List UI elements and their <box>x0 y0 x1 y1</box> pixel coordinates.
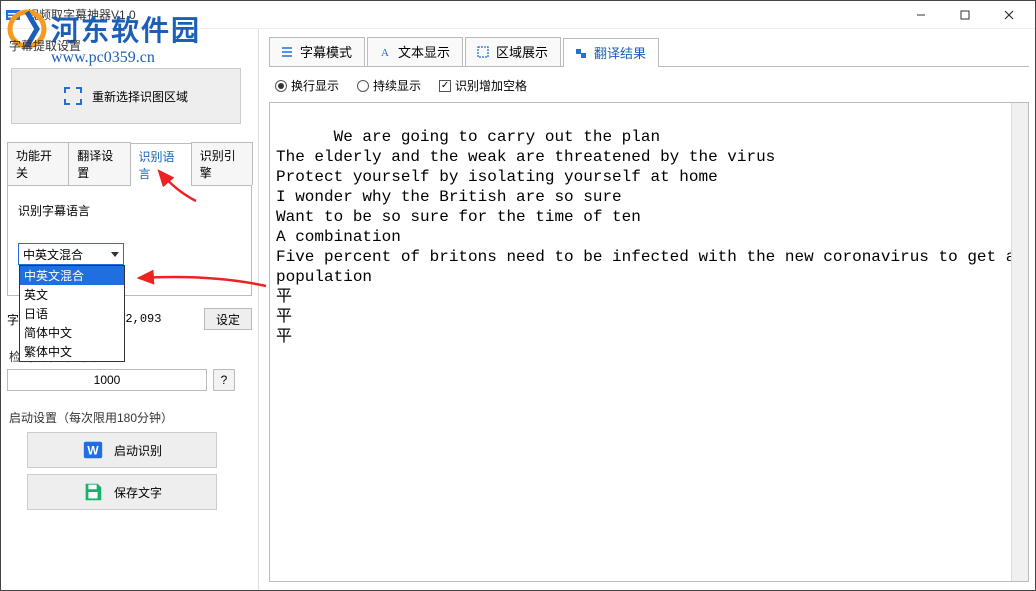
language-combobox[interactable]: 中英文混合 中英文混合 英文 日语 简体中文 繁体中文 <box>18 243 124 265</box>
save-icon <box>82 481 104 503</box>
extract-settings-label: 字幕提取设置 <box>9 37 252 54</box>
language-option[interactable]: 中英文混合 <box>20 266 124 285</box>
start-settings-label: 启动设置（每次限用180分钟） <box>9 409 252 426</box>
language-option[interactable]: 简体中文 <box>20 323 124 342</box>
radio-icon <box>357 80 369 92</box>
region-icon <box>476 45 490 59</box>
tab-text-display[interactable]: A 文本显示 <box>367 37 463 66</box>
start-recognition-button[interactable]: W 启动识别 <box>27 432 217 468</box>
frequency-input[interactable] <box>7 369 207 391</box>
tab-subtitle-mode[interactable]: 字幕模式 <box>269 37 365 66</box>
maximize-button[interactable] <box>943 1 987 29</box>
radio-label: 换行显示 <box>291 77 339 94</box>
tab-label: 翻译结果 <box>594 43 646 62</box>
app-icon <box>5 7 21 23</box>
svg-text:W: W <box>87 444 99 458</box>
right-tabs: 字幕模式 A 文本显示 区域展示 翻译结果 <box>269 37 1029 67</box>
language-option[interactable]: 英文 <box>20 285 124 304</box>
language-option[interactable]: 日语 <box>20 304 124 323</box>
checkbox-label: 识别增加空格 <box>455 77 527 94</box>
vertical-scrollbar[interactable] <box>1011 103 1028 581</box>
text-icon: A <box>378 45 392 59</box>
language-option[interactable]: 繁体中文 <box>20 342 124 361</box>
reselect-region-label: 重新选择识图区域 <box>92 88 188 105</box>
tab-label: 文本显示 <box>398 42 450 61</box>
right-panel: 字幕模式 A 文本显示 区域展示 翻译结果 换行显示 持续显示 <box>259 29 1035 590</box>
tab-region-display[interactable]: 区域展示 <box>465 37 561 66</box>
language-selected-value: 中英文混合 <box>23 246 83 263</box>
radio-icon <box>275 80 287 92</box>
result-textarea[interactable]: We are going to carry out the plan The e… <box>269 102 1029 582</box>
tab-translate-settings[interactable]: 翻译设置 <box>68 142 130 185</box>
tab-recognize-language[interactable]: 识别语言 <box>130 143 192 186</box>
help-button[interactable]: ? <box>213 369 235 391</box>
tab-translate-result[interactable]: 翻译结果 <box>563 38 659 67</box>
left-panel: 字幕提取设置 重新选择识图区域 功能开关 翻译设置 识别语言 识别引擎 识别字幕… <box>1 29 259 590</box>
tab-recognize-engine[interactable]: 识别引擎 <box>191 142 253 185</box>
marquee-icon <box>64 87 82 105</box>
radio-wrap-display[interactable]: 换行显示 <box>275 77 339 94</box>
chevron-down-icon <box>111 252 119 257</box>
language-panel-label: 识别字幕语言 <box>18 202 90 219</box>
reselect-region-button[interactable]: 重新选择识图区域 <box>11 68 241 124</box>
window-title: 视频取字幕神器V1.0 <box>27 6 899 23</box>
display-options-row: 换行显示 持续显示 识别增加空格 <box>269 67 1029 102</box>
set-button[interactable]: 设定 <box>204 308 252 330</box>
checkbox-add-space[interactable]: 识别增加空格 <box>439 77 527 94</box>
close-button[interactable] <box>987 1 1031 29</box>
result-text: We are going to carry out the plan The e… <box>276 128 1025 346</box>
left-tabs: 功能开关 翻译设置 识别语言 识别引擎 <box>7 142 252 186</box>
checkbox-icon <box>439 80 451 92</box>
tab-label: 区域展示 <box>496 42 548 61</box>
save-text-button[interactable]: 保存文字 <box>27 474 217 510</box>
svg-text:A: A <box>381 47 389 59</box>
start-recognition-label: 启动识别 <box>114 442 162 459</box>
tab-function-switch[interactable]: 功能开关 <box>7 142 69 185</box>
language-panel: 识别字幕语言 中英文混合 中英文混合 英文 日语 简体中文 繁体中文 <box>7 186 252 296</box>
minimize-button[interactable] <box>899 1 943 29</box>
save-text-label: 保存文字 <box>114 484 162 501</box>
translate-icon <box>574 46 588 60</box>
radio-continuous-display[interactable]: 持续显示 <box>357 77 421 94</box>
list-icon <box>280 45 294 59</box>
tab-label: 字幕模式 <box>300 42 352 61</box>
language-dropdown: 中英文混合 英文 日语 简体中文 繁体中文 <box>19 265 125 362</box>
word-icon: W <box>82 439 104 461</box>
radio-label: 持续显示 <box>373 77 421 94</box>
title-bar: 视频取字幕神器V1.0 <box>1 1 1035 29</box>
